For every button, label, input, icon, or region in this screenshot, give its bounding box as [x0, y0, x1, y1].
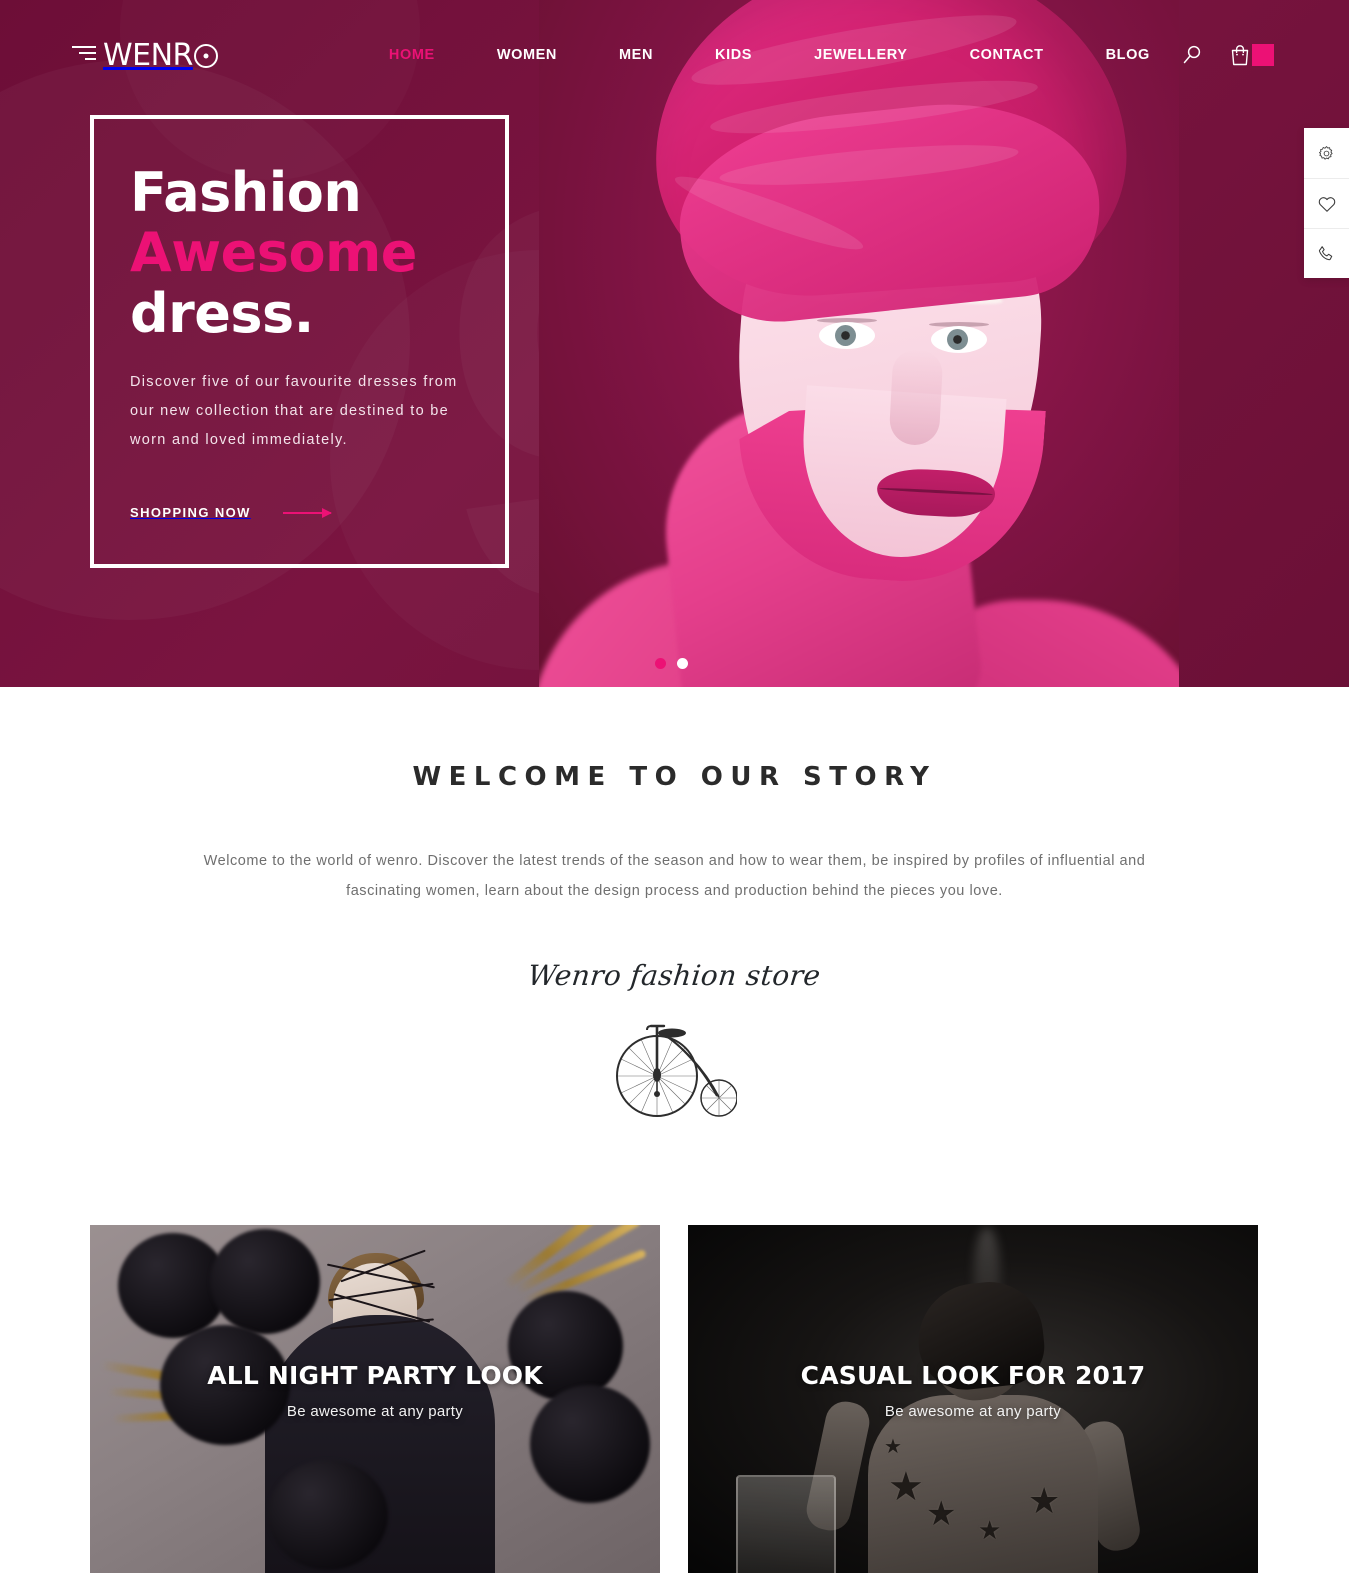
- card-title: CASUAL LOOK FOR 2017: [800, 1361, 1146, 1390]
- welcome-section: WELCOME TO OUR STORY Welcome to the worl…: [0, 687, 1349, 1120]
- nav-item-men[interactable]: MEN: [588, 39, 684, 71]
- brand-signature: Wenro fashion store: [526, 958, 823, 992]
- lookbook-cards: ALL NIGHT PARTY LOOK Be awesome at any p…: [0, 1225, 1349, 1573]
- phone-icon[interactable]: [1304, 228, 1349, 278]
- shopping-bag-icon: [1231, 45, 1249, 66]
- hero-title-line-3: dress.: [130, 281, 314, 345]
- main-navigation: HOME WOMEN MEN KIDS JEWELLERY CONTACT BL…: [358, 39, 1181, 71]
- heart-icon[interactable]: [1304, 178, 1349, 228]
- cart-count-badge: [1252, 44, 1274, 66]
- lookbook-card-all-night-party[interactable]: ALL NIGHT PARTY LOOK Be awesome at any p…: [90, 1225, 660, 1573]
- lookbook-card-casual-look-2017[interactable]: ★ ★ ★ ★ ★ CASUAL LOOK FOR 2017 Be awesom…: [688, 1225, 1258, 1573]
- arrow-right-icon: [282, 507, 332, 518]
- page-root: 9: [0, 0, 1349, 1573]
- penny-farthing-bicycle-icon: [0, 1018, 1349, 1120]
- logo-o-ring-icon: [193, 43, 218, 68]
- hero-content-box: Fashion Awesome dress. Discover five of …: [90, 115, 509, 568]
- card-subtitle: Be awesome at any party: [884, 1403, 1062, 1420]
- hero-title: Fashion Awesome dress.: [130, 161, 467, 345]
- slider-pagination: [655, 658, 688, 669]
- cart-button[interactable]: [1229, 43, 1274, 67]
- nav-item-blog[interactable]: BLOG: [1075, 39, 1181, 71]
- slider-dot-2[interactable]: [677, 658, 688, 669]
- slider-dot-1[interactable]: [655, 658, 666, 669]
- card-title: ALL NIGHT PARTY LOOK: [207, 1361, 543, 1390]
- hero-title-line-2: Awesome: [130, 221, 417, 285]
- brand-logo[interactable]: WENR: [72, 38, 218, 73]
- hero-slider: 9: [0, 0, 1349, 687]
- brand-name-text: WENR: [103, 38, 218, 73]
- site-header: WENR HOME WOMEN MEN KIDS JEWELLERY CONTA…: [0, 0, 1349, 110]
- gear-icon[interactable]: [1304, 128, 1349, 178]
- nav-item-kids[interactable]: KIDS: [684, 39, 783, 71]
- nav-item-contact[interactable]: CONTACT: [939, 39, 1075, 71]
- floating-side-panel: [1304, 128, 1349, 278]
- welcome-heading: WELCOME TO OUR STORY: [412, 762, 937, 792]
- hero-description: Discover five of our favourite dresses f…: [130, 374, 458, 449]
- card-subtitle: Be awesome at any party: [286, 1403, 464, 1420]
- nav-item-home[interactable]: HOME: [358, 39, 466, 71]
- shopping-now-button[interactable]: SHOPPING NOW: [130, 505, 332, 520]
- search-icon[interactable]: [1181, 44, 1203, 66]
- brand-name: WENR: [103, 38, 218, 73]
- header-actions: [1181, 43, 1274, 67]
- speed-lines-icon: [72, 46, 96, 64]
- welcome-body: Welcome to the world of wenro. Discover …: [203, 853, 1146, 900]
- nav-item-women[interactable]: WOMEN: [466, 39, 588, 71]
- nav-item-jewellery[interactable]: JEWELLERY: [783, 39, 938, 71]
- shopping-now-label: SHOPPING NOW: [130, 505, 251, 520]
- hero-title-line-1: Fashion: [130, 161, 362, 224]
